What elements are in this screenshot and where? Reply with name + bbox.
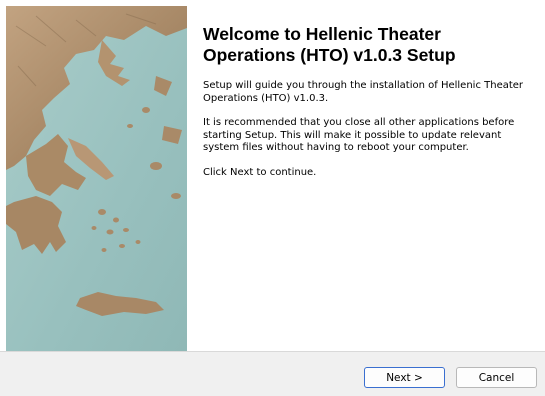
cancel-button[interactable]: Cancel <box>456 367 537 388</box>
footer-divider <box>0 351 545 352</box>
recommendation-paragraph: It is recommended that you close all oth… <box>203 117 515 153</box>
page-title: Welcome to Hellenic Theater Operations (… <box>203 24 456 65</box>
welcome-text-panel: Welcome to Hellenic Theater Operations (… <box>203 24 533 191</box>
welcome-page: Welcome to Hellenic Theater Operations (… <box>0 0 545 351</box>
setup-wizard-window: Welcome to Hellenic Theater Operations (… <box>0 0 545 396</box>
greece-relief-map-image <box>6 6 187 351</box>
intro-paragraph: Setup will guide you through the install… <box>203 80 524 104</box>
next-button[interactable]: Next > <box>364 367 445 388</box>
continue-instruction: Click Next to continue. <box>203 166 317 178</box>
